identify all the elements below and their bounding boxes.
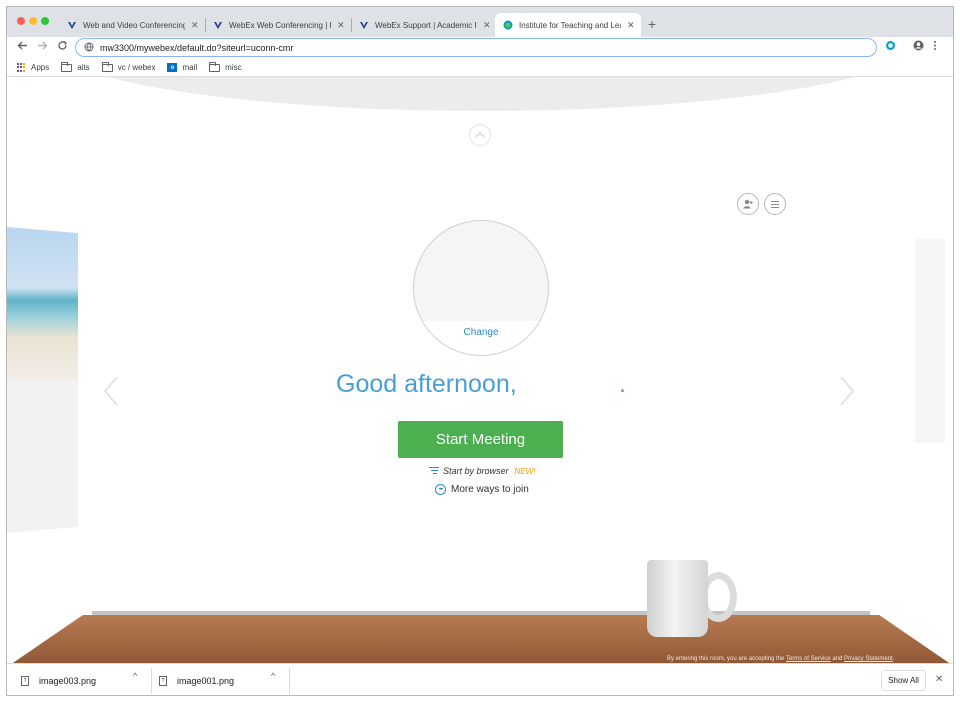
bookmark-label: Apps bbox=[31, 63, 50, 72]
folder-icon bbox=[61, 61, 73, 72]
new-tab-button[interactable]: + bbox=[648, 16, 656, 32]
change-avatar-link[interactable]: Change bbox=[414, 321, 548, 355]
bookmark-vc-webex[interactable]: vc / webex bbox=[101, 61, 156, 72]
room-ceiling bbox=[37, 77, 925, 111]
forward-button[interactable] bbox=[37, 40, 48, 54]
tab-title: WebEx Support | Academic IT bbox=[375, 20, 477, 30]
close-icon[interactable]: ✕ bbox=[627, 20, 635, 31]
reload-button[interactable] bbox=[57, 40, 68, 54]
start-by-browser-link[interactable]: Start by browser NEW! bbox=[429, 466, 535, 476]
terms-prefix: By entering this room, you are accepting… bbox=[667, 656, 785, 662]
terms-of-service-link[interactable]: Terms of Service bbox=[786, 656, 831, 662]
chevron-up-icon[interactable]: ^ bbox=[133, 671, 137, 681]
avatar: Change bbox=[413, 220, 549, 356]
uconn-icon bbox=[213, 20, 223, 30]
terms-notice: By entering this room, you are accepting… bbox=[667, 656, 894, 662]
more-dots-icon: ••• bbox=[435, 484, 446, 495]
file-icon: ? bbox=[21, 676, 29, 686]
bookmark-label: misc bbox=[225, 63, 242, 72]
browser-toolbar: mw3300/mywebex/default.do?siteurl=uconn-… bbox=[7, 37, 953, 59]
tab-strip: Web and Video Conferencing | ✕ WebEx Web… bbox=[7, 7, 953, 37]
menu-kebab-icon[interactable] bbox=[933, 40, 937, 54]
tab-institute-teaching[interactable]: Institute for Teaching and Lea ✕ bbox=[495, 13, 641, 37]
terms-and: and bbox=[832, 656, 843, 662]
download-divider bbox=[151, 668, 152, 694]
uconn-icon bbox=[67, 20, 77, 30]
uconn-icon bbox=[359, 20, 369, 30]
reload-icon bbox=[58, 40, 67, 50]
close-icon[interactable]: ✕ bbox=[483, 20, 491, 31]
webex-extension-icon[interactable] bbox=[885, 40, 896, 54]
back-button[interactable] bbox=[17, 40, 28, 54]
new-badge: NEW! bbox=[514, 466, 536, 476]
chevron-up-icon[interactable]: ^ bbox=[271, 671, 275, 681]
close-icon[interactable]: ✕ bbox=[337, 20, 345, 31]
terms-suffix: . bbox=[892, 656, 895, 662]
file-icon: ? bbox=[159, 676, 167, 686]
tab-webex-web-conferencing[interactable]: WebEx Web Conferencing | Inf ✕ bbox=[205, 13, 351, 37]
tab-title: Web and Video Conferencing | bbox=[83, 20, 185, 30]
outlook-icon: o bbox=[167, 63, 178, 72]
tab-webex-support[interactable]: WebEx Support | Academic IT ✕ bbox=[351, 13, 497, 37]
greeting-text: Good afternoon, bbox=[336, 370, 517, 398]
more-ways-to-join-link[interactable]: ••• More ways to join bbox=[435, 484, 529, 495]
minimize-window-button[interactable] bbox=[29, 17, 37, 25]
site-info-icon[interactable] bbox=[84, 39, 94, 57]
apps-grid-icon bbox=[17, 63, 26, 72]
bookmark-mail[interactable]: o mail bbox=[167, 63, 197, 72]
back-arrow-icon bbox=[17, 41, 27, 50]
privacy-statement-link[interactable]: Privacy Statement bbox=[844, 656, 893, 662]
close-icon[interactable]: ✕ bbox=[191, 20, 199, 31]
more-ways-label: More ways to join bbox=[451, 484, 529, 495]
webex-personal-room: Change Good afternoon, . Start Meeting S… bbox=[7, 77, 953, 663]
beach-picture bbox=[7, 227, 78, 379]
download-filename: image001.png bbox=[177, 676, 235, 686]
coffee-mug bbox=[647, 560, 708, 637]
bookmark-apps[interactable]: Apps bbox=[17, 63, 49, 72]
bookmark-label: mail bbox=[182, 63, 198, 72]
address-bar[interactable]: mw3300/mywebex/default.do?siteurl=uconn-… bbox=[75, 38, 877, 57]
chevron-right-icon[interactable] bbox=[839, 375, 855, 415]
chevron-up-icon[interactable] bbox=[469, 124, 491, 146]
left-wall-panel bbox=[7, 227, 78, 533]
lines-icon bbox=[429, 467, 439, 475]
browser-window: Web and Video Conferencing | ✕ WebEx Web… bbox=[6, 6, 954, 696]
download-item[interactable]: ? image003.png ^ bbox=[21, 669, 145, 693]
bookmark-label: aits bbox=[77, 63, 90, 72]
tab-web-video-conferencing[interactable]: Web and Video Conferencing | ✕ bbox=[59, 13, 205, 37]
forward-arrow-icon bbox=[38, 41, 48, 50]
menu-list-icon[interactable] bbox=[764, 193, 786, 215]
folder-icon bbox=[209, 61, 221, 72]
download-divider bbox=[289, 668, 290, 694]
chevron-left-icon[interactable] bbox=[103, 375, 119, 415]
address-url[interactable]: mw3300/mywebex/default.do?siteurl=uconn-… bbox=[100, 43, 293, 53]
bookmarks-bar: Apps aits vc / webex o mail misc bbox=[7, 59, 953, 77]
download-item[interactable]: ? image001.png ^ bbox=[159, 669, 283, 693]
greeting-trailing: . bbox=[619, 370, 626, 398]
download-filename: image003.png bbox=[39, 676, 97, 686]
bookmark-aits[interactable]: aits bbox=[61, 61, 90, 72]
folder-icon bbox=[101, 61, 113, 72]
bookmark-misc[interactable]: misc bbox=[209, 61, 242, 72]
add-contact-icon[interactable] bbox=[737, 193, 759, 215]
tab-title: WebEx Web Conferencing | Inf bbox=[229, 20, 331, 30]
right-wall-panel bbox=[915, 239, 945, 443]
tab-title: Institute for Teaching and Lea bbox=[519, 20, 621, 30]
show-all-button[interactable]: Show All bbox=[881, 670, 926, 691]
close-window-button[interactable] bbox=[17, 17, 25, 25]
profile-icon[interactable] bbox=[913, 40, 924, 54]
bookmark-label: vc / webex bbox=[117, 63, 156, 72]
webex-icon bbox=[503, 20, 513, 30]
close-icon[interactable]: ✕ bbox=[935, 674, 943, 685]
download-shelf: ? image003.png ^ ? image001.png ^ Show A… bbox=[7, 663, 953, 695]
start-meeting-button[interactable]: Start Meeting bbox=[398, 421, 563, 458]
start-by-browser-label: Start by browser bbox=[443, 466, 509, 476]
zoom-window-button[interactable] bbox=[41, 17, 49, 25]
